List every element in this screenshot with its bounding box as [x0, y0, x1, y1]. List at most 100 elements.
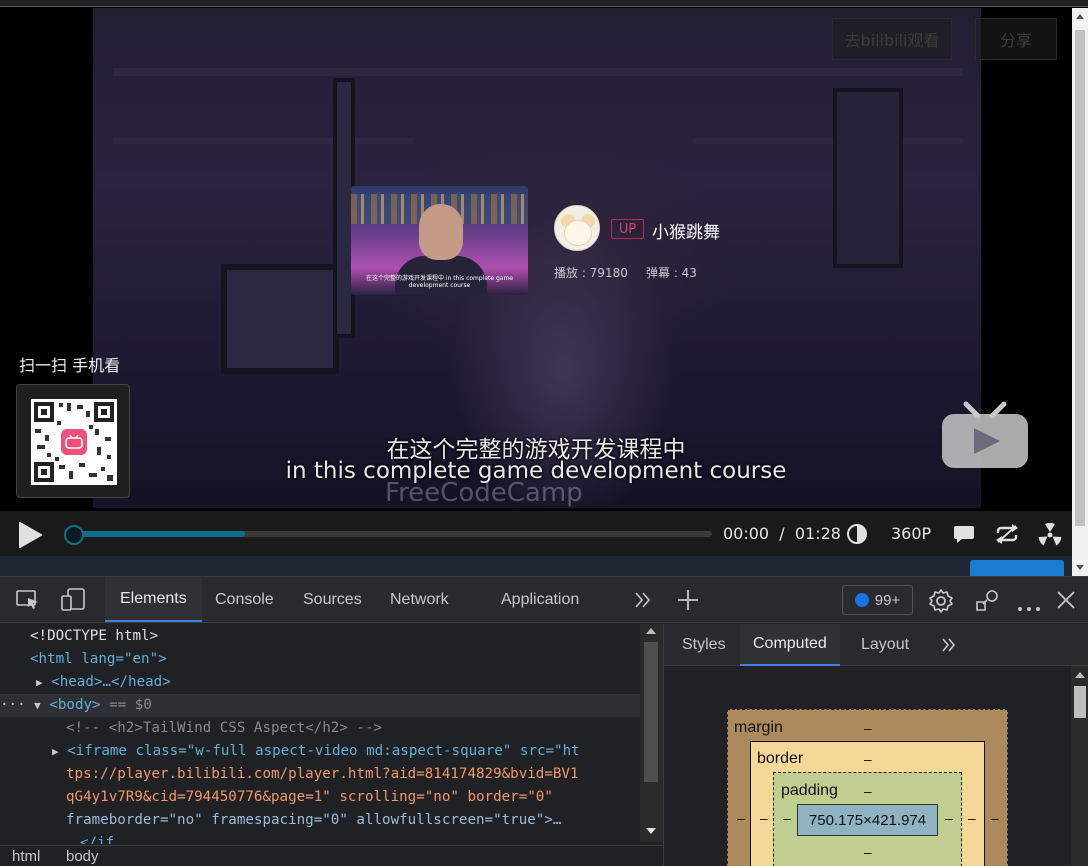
watch-on-bilibili-button[interactable]: 去bilibili观看: [832, 18, 952, 60]
dom-node-comment[interactable]: <!-- <h2>TailWind CSS Aspect</h2> -->: [66, 717, 663, 740]
iframe-line: qG4y1v7R9&cid=794450776&page=1" scrollin…: [66, 786, 663, 809]
scroll-up-arrow-icon[interactable]: [1075, 672, 1085, 678]
danmaku-count: 弹幕 : 43: [646, 266, 697, 280]
progress-bar[interactable]: [64, 525, 712, 545]
tab-layout[interactable]: Layout: [861, 624, 909, 666]
iframe-line: tps://player.bilibili.com/player.html?ai…: [66, 763, 663, 786]
page-header-strip: [0, 556, 1072, 576]
thumbnail-caption: 在这个完整的游戏开发课程中 in this complete game deve…: [365, 275, 514, 289]
scrollbar-thumb[interactable]: [1075, 30, 1085, 526]
video-player[interactable]: 去bilibili观看 分享 在这个完整的游戏开发课程中 in this com…: [0, 0, 1088, 576]
bilibili-tv-icon[interactable]: [940, 400, 1030, 478]
expand-arrow-icon[interactable]: ▶: [52, 745, 59, 758]
elements-tree[interactable]: <!DOCTYPE html> <html lang="en"> ▶ <head…: [0, 624, 663, 844]
dom-node-html[interactable]: <html lang="en">: [30, 648, 663, 671]
iframe-line-4: frameborder="no" framespacing="0" allowf…: [66, 812, 562, 828]
breadcrumb-html[interactable]: html: [12, 848, 40, 865]
elements-scrollbar[interactable]: [640, 624, 663, 842]
margin-top-value[interactable]: –: [864, 720, 872, 736]
play-icon[interactable]: [18, 522, 42, 552]
follow-button[interactable]: [970, 560, 1064, 576]
issues-counter[interactable]: 99+: [842, 585, 913, 615]
share-button[interactable]: 分享: [975, 18, 1057, 60]
sidebar-tabs: Styles Computed Layout: [664, 624, 1088, 666]
padding-left-value[interactable]: –: [783, 810, 791, 826]
tab-computed[interactable]: Computed: [740, 624, 840, 666]
avatar-face: [564, 220, 592, 246]
expand-arrow-icon[interactable]: ▶: [36, 676, 43, 689]
iframe-line: frameborder="no" framespacing="0" allowf…: [66, 809, 663, 832]
iframe-close: </if: [80, 832, 663, 844]
scrollbar-thumb[interactable]: [644, 642, 658, 782]
qr-label: 扫一扫 手机看: [19, 356, 121, 375]
ellipsis-icon: ···: [0, 697, 26, 713]
margin-label: margin: [734, 719, 783, 736]
breadcrumb: html body: [0, 845, 663, 866]
box-model-content[interactable]: 750.175×421.974: [797, 804, 938, 836]
device-toolbar-icon[interactable]: [60, 588, 86, 616]
video-thumbnail[interactable]: 在这个完整的游戏开发课程中 in this complete game deve…: [351, 186, 528, 295]
app-root: 去bilibili观看 分享 在这个完整的游戏开发课程中 in this com…: [0, 0, 1088, 866]
margin-right-value[interactable]: –: [991, 810, 999, 826]
uploader-avatar[interactable]: [554, 205, 600, 251]
dom-node-head[interactable]: ▶ <head>…</head>: [36, 671, 663, 694]
body-tag-text: <body>: [49, 697, 101, 713]
padding-right-value[interactable]: –: [945, 810, 953, 826]
progress-knob[interactable]: [64, 525, 84, 545]
breadcrumb-body[interactable]: body: [66, 848, 99, 865]
more-tabs-chevron-icon[interactable]: [634, 591, 652, 613]
padding-top-value[interactable]: –: [864, 783, 872, 799]
dom-node-doctype[interactable]: <!DOCTYPE html>: [30, 625, 663, 648]
add-tab-icon[interactable]: [677, 589, 699, 615]
dom-node-iframe[interactable]: ▶ <iframe class="w-full aspect-video md:…: [52, 740, 663, 763]
loop-icon[interactable]: [995, 524, 1019, 548]
tab-sources[interactable]: Sources: [303, 577, 362, 622]
tab-application[interactable]: Application: [501, 577, 579, 622]
tab-network[interactable]: Network: [390, 577, 449, 622]
more-options-icon[interactable]: [1017, 597, 1041, 616]
issues-count: 99+: [874, 591, 901, 609]
scroll-up-arrow-icon[interactable]: [646, 628, 656, 634]
head-tag-text: <head>…</head>: [51, 674, 171, 690]
tab-console[interactable]: Console: [215, 577, 274, 622]
border-right-value[interactable]: –: [968, 810, 976, 826]
video-watermark: FreeCodeCamp: [385, 478, 583, 508]
dom-node-body[interactable]: ··· ▼ <body> == $0: [0, 694, 640, 717]
danmaku-icon[interactable]: [953, 524, 975, 548]
top-border: [0, 0, 1088, 7]
scrollbar-thumb[interactable]: [1074, 686, 1086, 718]
settings-gear-icon[interactable]: [928, 588, 954, 618]
thumbnail-person-head: [419, 204, 463, 260]
scroll-down-arrow-icon[interactable]: [646, 828, 656, 834]
page-scrollbar[interactable]: [1072, 8, 1088, 576]
time-display: 00:00 / 01:28: [723, 524, 841, 543]
up-badge: UP: [611, 219, 644, 239]
quality-selector[interactable]: 360P: [891, 524, 931, 543]
margin-left-value[interactable]: –: [737, 810, 745, 826]
devtools-toolbar: Elements Console Sources Network Applica…: [0, 577, 1088, 623]
selected-marker: == $0: [109, 697, 152, 713]
player-controls: 00:00 / 01:28 360P: [0, 511, 1072, 556]
scroll-down-arrow-icon[interactable]: [1076, 565, 1084, 570]
styles-sidebar: Styles Computed Layout margin – – – bord…: [663, 624, 1088, 866]
inspect-element-icon[interactable]: [16, 588, 40, 616]
scroll-up-arrow-icon[interactable]: [1076, 14, 1084, 19]
volume-icon[interactable]: [846, 524, 868, 548]
iframe-close-text: </if: [80, 835, 115, 844]
close-devtools-icon[interactable]: [1057, 591, 1075, 613]
tab-elements[interactable]: Elements: [105, 577, 202, 622]
feedback-icon[interactable]: [975, 588, 1001, 618]
collapse-arrow-icon[interactable]: ▼: [34, 699, 41, 712]
border-top-value[interactable]: –: [864, 751, 872, 767]
progress-fill: [64, 531, 246, 537]
tab-styles[interactable]: Styles: [682, 624, 726, 666]
uploader-name[interactable]: 小猴跳舞: [652, 218, 720, 243]
iframe-line-3: qG4y1v7R9&cid=794450776&page=1" scrollin…: [66, 789, 553, 805]
sidebar-scrollbar[interactable]: [1071, 666, 1088, 866]
more-side-tabs-chevron-icon[interactable]: [941, 624, 957, 666]
border-left-value[interactable]: –: [760, 810, 768, 826]
iframe-line-1: <iframe class="w-full aspect-video md:as…: [67, 743, 580, 759]
radiation-icon[interactable]: [1038, 522, 1062, 551]
padding-bottom-value[interactable]: –: [864, 844, 872, 860]
play-count: 播放 : 79180: [554, 266, 628, 280]
